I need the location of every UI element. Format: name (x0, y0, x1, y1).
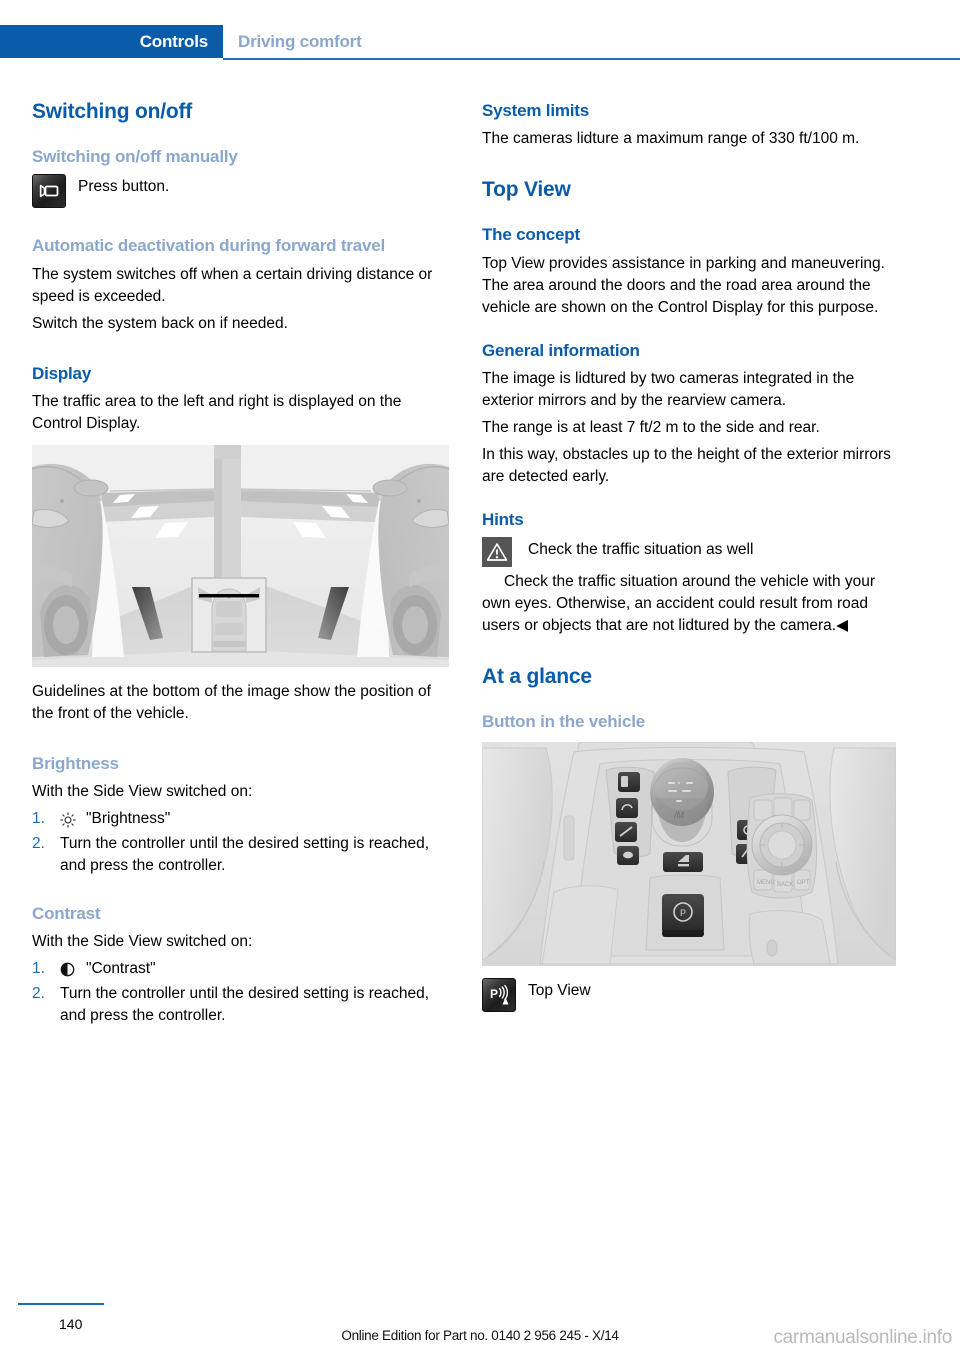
press-button-text: Press button. (78, 178, 170, 196)
side-view-camera-display-illustration (32, 444, 449, 667)
auto-deactivation-paragraph-1: The system switches off when a certain d… (32, 265, 433, 305)
step-number: 2. (32, 985, 45, 1003)
camera-button-icon (32, 174, 66, 209)
icon-slot: P (482, 977, 528, 1012)
general-info-paragraph-1: The image is lidtured by two cameras int… (482, 369, 855, 409)
section-title-top-view: Top View (482, 178, 571, 202)
press-button-row: Press button. (32, 174, 452, 209)
park-assist-button-icon: P (482, 977, 516, 1012)
icon-slot (32, 174, 78, 209)
page-title: Switching on/off (32, 100, 193, 123)
top-view-button-label: Top View (528, 981, 591, 999)
svg-text:MENU: MENU (757, 880, 775, 886)
step-number: 2. (32, 835, 45, 853)
right-column: System limits The cameras lidture a maxi… (482, 100, 902, 1016)
svg-text:P: P (680, 908, 686, 918)
warning-title: Check the traffic situation as well (528, 541, 754, 559)
auto-deactivation-paragraph-2: Switch the system back on if needed. (32, 314, 288, 332)
contrast-steps: 1. "Contrast" 2. Turn the controller unt… (32, 958, 452, 1027)
heading-general-information: General information (482, 340, 640, 360)
general-info-paragraph-3: In this way, obstacles up to the height … (482, 445, 891, 485)
heading-the-concept: The concept (482, 225, 580, 245)
center-console-photo: /M P MENU BACK OPT (482, 741, 896, 966)
svg-text:P: P (490, 987, 498, 1001)
step-number: 1. (32, 960, 45, 978)
heading-switching-manually: Switching on/off manually (32, 147, 238, 167)
list-item: 2. Turn the controller until the desired… (32, 983, 452, 1027)
heading-button-in-the-vehicle: Button in the vehicle (482, 712, 645, 732)
display-paragraph-2: Guidelines at the bottom of the image sh… (32, 682, 431, 722)
top-view-button-row: P Top View (482, 977, 902, 1012)
step-text: "Brightness" (86, 810, 171, 828)
section-title-at-a-glance: At a glance (482, 665, 592, 689)
icon-slot (482, 537, 528, 568)
list-item: 1. "Brightness" (32, 808, 452, 830)
list-item: 1. "Contrast" (32, 958, 452, 980)
svg-text:OPT: OPT (797, 880, 810, 886)
system-limits-paragraph-1: The cameras lidture a maximum range of 3… (482, 130, 860, 148)
svg-text:/M: /M (673, 810, 685, 820)
brightness-intro: With the Side View switched on: (32, 783, 253, 801)
contrast-intro: With the Side View switched on: (32, 933, 253, 951)
heading-hints: Hints (482, 509, 524, 529)
contrast-icon (60, 958, 86, 977)
step-text: "Contrast" (86, 960, 156, 978)
page-header: Controls Driving comfort (0, 25, 960, 60)
heading-display: Display (32, 363, 92, 383)
warning-row: Check the traffic situation as well (482, 537, 902, 568)
header-tab-driving-comfort[interactable]: Driving comfort (238, 25, 362, 58)
header-tab-driving-comfort-label: Driving comfort (238, 31, 362, 51)
warning-triangle-icon (482, 537, 512, 568)
footer-divider (18, 1303, 104, 1305)
left-column: Switching on/off Switching on/off manual… (32, 100, 452, 1030)
heading-automatic-deactivation: Automatic deactivation during forward tr… (32, 236, 385, 256)
heading-brightness: Brightness (32, 753, 119, 773)
step-text: Turn the controller until the desired se… (60, 985, 430, 1025)
header-tab-controls[interactable]: Controls (0, 25, 223, 58)
step-number: 1. (32, 810, 45, 828)
svg-text:BACK: BACK (777, 882, 793, 888)
heading-contrast: Contrast (32, 904, 101, 924)
brightness-steps: 1. "Brightness" 2. Turn the controller u… (32, 808, 452, 877)
warning-body: Check the traffic situation around the v… (482, 573, 876, 635)
list-item: 2. Turn the controller until the desired… (32, 833, 452, 877)
general-info-paragraph-2: The range is at least 7 ft/2 m to the si… (482, 418, 820, 436)
watermark: carmanualsonline.info (773, 1327, 952, 1348)
concept-paragraph-1: Top View provides assistance in parking … (482, 254, 885, 316)
header-tab-controls-label: Controls (139, 31, 208, 51)
heading-system-limits: System limits (482, 101, 590, 120)
step-text: Turn the controller until the desired se… (60, 835, 430, 875)
sun-icon (60, 808, 86, 828)
display-paragraph-1: The traffic area to the left and right i… (32, 392, 402, 432)
header-divider (223, 58, 960, 60)
